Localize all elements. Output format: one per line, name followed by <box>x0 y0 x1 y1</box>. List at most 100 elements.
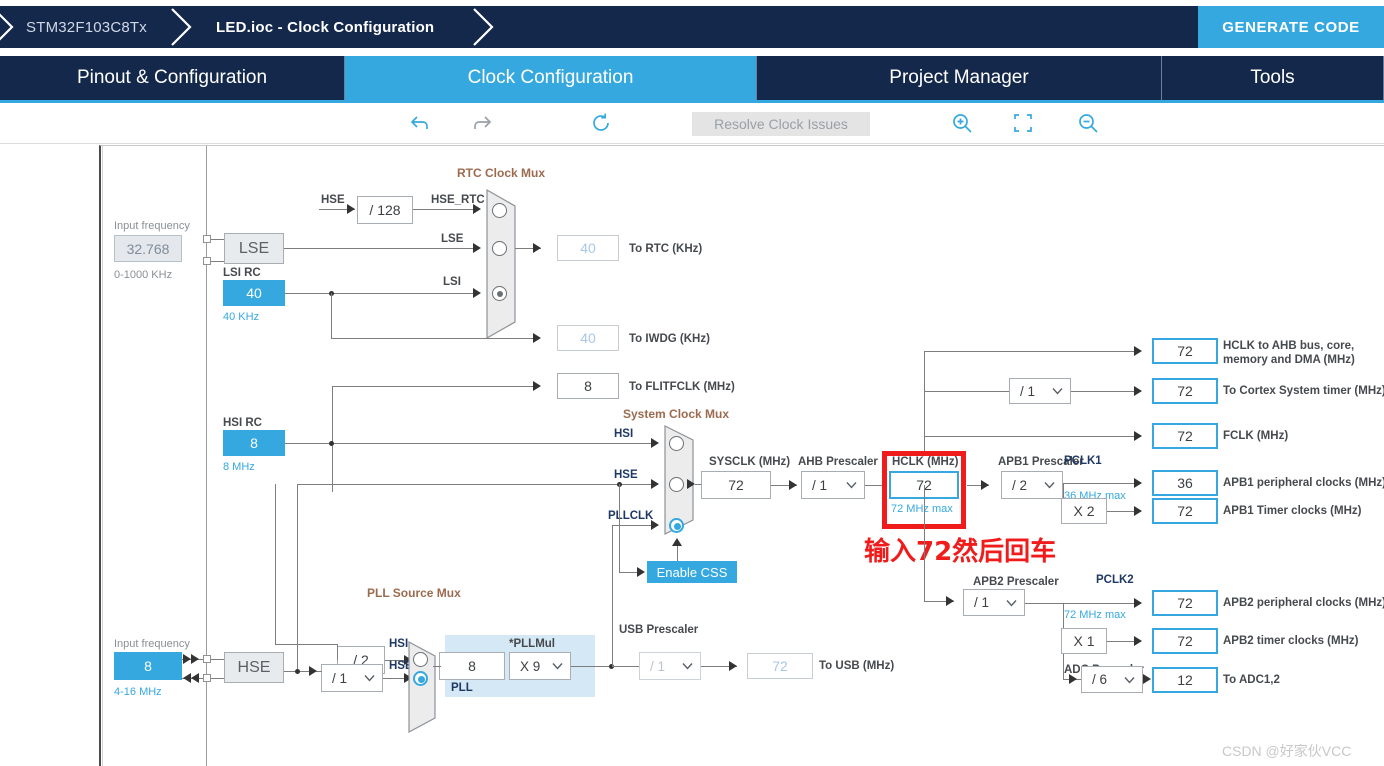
rtc-mux-option-lse[interactable] <box>492 241 507 256</box>
breadcrumb-device[interactable]: STM32F103C8Tx <box>26 6 147 48</box>
enable-css-button[interactable]: Enable CSS <box>647 561 737 583</box>
lse-input-frequency-label: Input frequency <box>114 220 190 232</box>
usb-prescaler-select[interactable]: / 1 <box>639 652 701 680</box>
rtc-mux-option-hse[interactable] <box>492 203 507 218</box>
hclk-ahb-bus-label: HCLK to AHB bus, core, memory and DMA (M… <box>1223 339 1384 367</box>
apb1-prescaler-select[interactable]: / 2 <box>1001 471 1063 499</box>
wire-hsi-div2-stub <box>337 644 338 660</box>
lse-range-label: 0-1000 KHz <box>114 269 173 281</box>
pll-hse-divider-select[interactable]: / 1 <box>321 664 383 692</box>
adc-prescaler-select[interactable]: / 6 <box>1081 666 1143 693</box>
to-flitfclk-value: 8 <box>557 373 619 399</box>
pll-multiplier-select[interactable]: X 9 <box>509 652 571 680</box>
rtc-clock-mux-title: RTC Clock Mux <box>457 166 546 180</box>
hse-terminal-top <box>203 655 211 663</box>
pll-panel-label: PLL <box>451 682 473 694</box>
arrow-rtc-out <box>533 243 541 253</box>
hsi-title: HSI RC <box>223 417 262 429</box>
tab-project-manager[interactable]: Project Manager <box>757 56 1162 100</box>
arrow-sysmux-pllclk <box>651 520 659 530</box>
hse-range-label: 4-16 MHz <box>114 686 162 698</box>
tab-tools[interactable]: Tools <box>1162 56 1384 100</box>
generate-code-button[interactable]: GENERATE CODE <box>1198 6 1384 48</box>
undo-icon[interactable] <box>408 111 432 135</box>
pllmul-label: *PLLMul <box>509 638 555 650</box>
red-annotation-text: 输入72然后回车 <box>864 537 1057 567</box>
apb2-prescaler-select[interactable]: / 1 <box>963 589 1025 616</box>
rtc-hse-divider: / 128 <box>357 196 413 224</box>
rtc-mux-lsi-label: LSI <box>443 276 461 288</box>
arrow-fclk-in <box>1134 431 1142 441</box>
rail-inner <box>102 146 103 766</box>
hclk-max-label: 72 MHz max <box>891 503 953 515</box>
rtc-mux-option-lsi[interactable] <box>492 286 507 301</box>
arrow-sysmux-hsi <box>651 438 659 448</box>
arrow-hse-div-in <box>309 666 317 676</box>
pll-input-value: 8 <box>439 652 505 680</box>
sysmux-option-pllclk[interactable] <box>669 518 684 533</box>
usb-output-value: 72 <box>747 653 813 679</box>
to-iwdg-value: 40 <box>557 325 619 351</box>
apb2-timer-multiplier: X 1 <box>1061 628 1107 654</box>
arrow-adc-prescaler-in <box>1069 674 1077 684</box>
wire-hse-to-sysmux <box>297 484 657 485</box>
pll-hse-divider-value: / 1 <box>332 670 348 686</box>
rtc-hse-label: HSE <box>321 194 345 206</box>
hse-block[interactable]: HSE <box>224 652 284 683</box>
reset-icon[interactable] <box>589 111 613 135</box>
pllmux-option-hse[interactable] <box>413 671 428 686</box>
ahb-prescaler-select[interactable]: / 1 <box>801 471 865 499</box>
breadcrumb-file[interactable]: LED.ioc - Clock Configuration <box>216 6 434 48</box>
lse-input-frequency-field[interactable]: 32.768 <box>114 235 182 262</box>
wire-pll-out-up <box>612 525 613 666</box>
fclk-value: 72 <box>1152 423 1218 449</box>
fclk-label: FCLK (MHz) <box>1223 430 1289 442</box>
wire-hsi-plldiv-turn <box>275 644 337 645</box>
adc-value: 12 <box>1152 667 1218 693</box>
sysmux-option-hse[interactable] <box>669 477 684 492</box>
wire-hclk-top-branch <box>924 351 1140 352</box>
breadcrumb-chevron-icon-3 <box>472 6 498 48</box>
to-iwdg-label: To IWDG (KHz) <box>629 333 710 345</box>
zoom-out-icon[interactable] <box>1076 111 1100 135</box>
rtc-mux-lse-label: LSE <box>441 233 464 245</box>
sysmux-hse-label: HSE <box>614 469 638 481</box>
hse-terminal-bottom <box>203 674 211 682</box>
lsi-value-field[interactable]: 40 <box>223 280 285 306</box>
to-rtc-value: 40 <box>557 235 619 261</box>
cortex-timer-label: To Cortex System timer (MHz) <box>1223 385 1384 397</box>
sysmux-pllclk-label: PLLCLK <box>608 510 654 522</box>
ahb-prescaler-value: / 1 <box>812 477 828 493</box>
tab-clock-configuration[interactable]: Clock Configuration <box>345 56 757 100</box>
wire-pll-out-to-sysmux <box>612 525 622 526</box>
resolve-clock-issues-button[interactable]: Resolve Clock Issues <box>692 112 870 136</box>
to-rtc-label: To RTC (KHz) <box>629 243 703 255</box>
chevron-down-icon-7 <box>552 659 563 674</box>
tab-pinout-configuration[interactable]: Pinout & Configuration <box>0 56 345 100</box>
wire-to-cortex-prescaler <box>925 391 1009 392</box>
arrow-apb1-periph-in <box>1134 478 1142 488</box>
pllmux-option-hsi[interactable] <box>413 652 428 667</box>
arrow-apb2-prescaler-in <box>946 596 954 606</box>
lse-block[interactable]: LSE <box>224 233 284 264</box>
breadcrumb-chevron-icon <box>0 6 18 48</box>
hsi-value-field[interactable]: 8 <box>223 430 285 456</box>
watermark: CSDN @好家伙VCC <box>1222 743 1352 759</box>
app-window: STM32F103C8Tx LED.ioc - Clock Configurat… <box>0 0 1384 766</box>
junction-hsi <box>329 441 334 446</box>
arrow-hse-out-1 <box>183 673 191 683</box>
wire-cortex-prescaler-out <box>1071 391 1141 392</box>
arrow-apb2-periph-in <box>1134 598 1142 608</box>
sysmux-option-hsi[interactable] <box>669 436 684 451</box>
sysclk-value: 72 <box>701 471 771 499</box>
hse-input-frequency-field[interactable]: 8 <box>114 652 182 680</box>
zoom-in-icon[interactable] <box>950 111 974 135</box>
redo-icon[interactable] <box>470 111 494 135</box>
cortex-timer-prescaler-value: / 1 <box>1020 383 1036 399</box>
fit-to-screen-icon[interactable] <box>1011 111 1035 135</box>
cortex-timer-prescaler-select[interactable]: / 1 <box>1009 378 1071 404</box>
ahb-prescaler-label: AHB Prescaler <box>798 456 878 468</box>
lsi-unit-label: 40 KHz <box>223 311 260 323</box>
apb1-timer-multiplier: X 2 <box>1061 498 1107 524</box>
arrow-hse-out-2 <box>191 673 199 683</box>
